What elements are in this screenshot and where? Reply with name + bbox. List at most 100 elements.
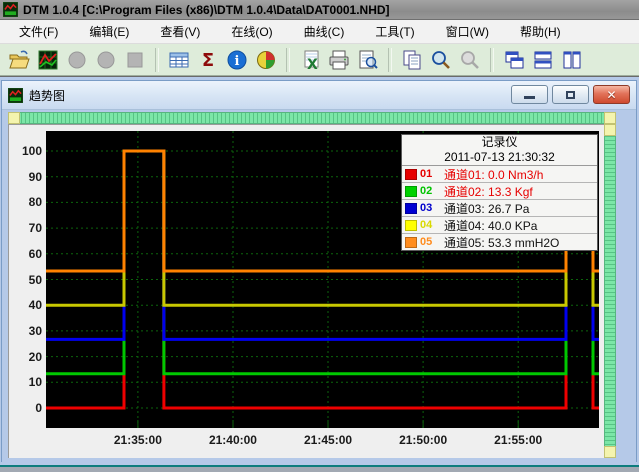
channel-number: 04 (420, 219, 444, 231)
chart-client-area: 记录仪 2011-07-13 21:30:32 01通道01: 0.0 Nm3/… (2, 110, 636, 462)
copy-icon[interactable] (399, 47, 425, 73)
menu-help[interactable]: 帮助(H) (515, 21, 566, 42)
channel-value: 通道01: 0.0 Nm3/h (444, 166, 543, 183)
x-axis-label: 21:50:00 (392, 433, 454, 447)
legend-row: 02通道02: 13.3 Kgf (402, 183, 597, 200)
open-file-icon[interactable] (6, 47, 32, 73)
channel-value: 通道04: 40.0 KPa (444, 217, 537, 234)
app-titlebar[interactable]: DTM 1.0.4 [C:\Program Files (x86)\DTM 1.… (0, 0, 639, 20)
channel-value: 通道05: 53.3 mmH2O (444, 234, 559, 251)
channel-number: 01 (420, 168, 444, 180)
zoom-out-disabled-icon (457, 47, 483, 73)
x-axis-label: 21:40:00 (202, 433, 264, 447)
x-axis-label: 21:35:00 (107, 433, 169, 447)
channel-color-swatch (405, 237, 417, 248)
y-axis-label: 80 (9, 195, 42, 209)
tile-horizontal-icon[interactable] (530, 47, 556, 73)
toolbar-separator (388, 48, 392, 72)
toolbar-separator (286, 48, 290, 72)
menu-tools[interactable]: 工具(T) (370, 21, 419, 42)
legend-title: 记录仪 (402, 135, 597, 150)
x-axis-label: 21:45:00 (297, 433, 359, 447)
record-disabled-icon (64, 47, 90, 73)
pie-chart-icon[interactable] (253, 47, 279, 73)
y-axis-label: 90 (9, 170, 42, 184)
info-icon[interactable]: i (224, 47, 250, 73)
legend-row: 05通道05: 53.3 mmH2O (402, 234, 597, 250)
chart-panel: 记录仪 2011-07-13 21:30:32 01通道01: 0.0 Nm3/… (8, 124, 604, 458)
legend-row: 03通道03: 26.7 Pa (402, 200, 597, 217)
toolbar-separator (155, 48, 159, 72)
y-axis-label: 70 (9, 221, 42, 235)
channel-value: 通道03: 26.7 Pa (444, 200, 529, 217)
trend-window-icon (8, 88, 23, 103)
mdi-area: 趋势图 ✕ (0, 76, 639, 472)
child-titlebar[interactable]: 趋势图 ✕ (2, 81, 636, 110)
app-logo-icon (3, 2, 18, 17)
frame-bottom-bar (0, 467, 639, 472)
legend-row: 01通道01: 0.0 Nm3/h (402, 166, 597, 183)
toolbar-separator (490, 48, 494, 72)
scroll-thumb[interactable] (604, 112, 616, 124)
y-axis-label: 50 (9, 273, 42, 287)
cascade-windows-icon[interactable] (501, 47, 527, 73)
legend-timestamp: 2011-07-13 21:30:32 (402, 150, 597, 166)
trend-view-icon[interactable] (35, 47, 61, 73)
export-excel-icon[interactable]: X (297, 47, 323, 73)
channel-value: 通道02: 13.3 Kgf (444, 183, 533, 200)
maximize-button[interactable] (552, 85, 589, 104)
channel-color-swatch (405, 203, 417, 214)
svg-text:i: i (235, 54, 240, 69)
trend-chart-window: 趋势图 ✕ (1, 80, 637, 462)
scroll-thumb[interactable] (8, 112, 20, 124)
tile-vertical-icon[interactable] (559, 47, 585, 73)
svg-text:X: X (307, 57, 318, 71)
x-axis-label: 21:55:00 (487, 433, 549, 447)
y-axis-label: 60 (9, 247, 42, 261)
menu-view[interactable]: 查看(V) (155, 21, 205, 42)
y-axis-label: 100 (9, 144, 42, 158)
toolbar: Σ i X (0, 44, 639, 76)
y-axis-label: 20 (9, 350, 42, 364)
channel-color-swatch (405, 169, 417, 180)
y-axis-label: 0 (9, 401, 42, 415)
close-icon: ✕ (606, 89, 616, 101)
menubar: 文件(F) 编辑(E) 查看(V) 在线(O) 曲线(C) 工具(T) 窗口(W… (0, 20, 639, 44)
menu-online[interactable]: 在线(O) (226, 21, 277, 42)
scroll-thumb[interactable] (604, 446, 616, 458)
menu-edit[interactable]: 编辑(E) (84, 21, 134, 42)
child-window-title: 趋势图 (29, 87, 65, 104)
legend-rows: 01通道01: 0.0 Nm3/h02通道02: 13.3 Kgf03通道03:… (402, 166, 597, 250)
channel-color-swatch (405, 186, 417, 197)
vertical-scroll-strip[interactable] (604, 124, 616, 458)
horizontal-scroll-strip[interactable] (8, 112, 616, 124)
y-axis-label: 40 (9, 298, 42, 312)
trend-plot[interactable]: 记录仪 2011-07-13 21:30:32 01通道01: 0.0 Nm3/… (46, 131, 599, 428)
stop-disabled-icon (122, 47, 148, 73)
zoom-in-icon[interactable] (428, 47, 454, 73)
close-button[interactable]: ✕ (593, 85, 630, 104)
svg-text:Σ: Σ (202, 50, 214, 71)
snapshot-disabled-icon (93, 47, 119, 73)
minimize-button[interactable] (511, 85, 548, 104)
print-icon[interactable] (326, 47, 352, 73)
channel-number: 05 (420, 236, 444, 248)
menu-curve[interactable]: 曲线(C) (299, 21, 350, 42)
print-preview-icon[interactable] (355, 47, 381, 73)
channel-number: 03 (420, 202, 444, 214)
window-title: DTM 1.0.4 [C:\Program Files (x86)\DTM 1.… (23, 3, 390, 17)
menu-file[interactable]: 文件(F) (14, 21, 63, 42)
chart-legend: 记录仪 2011-07-13 21:30:32 01通道01: 0.0 Nm3/… (401, 134, 598, 251)
sum-icon[interactable]: Σ (195, 47, 221, 73)
data-table-icon[interactable] (166, 47, 192, 73)
minimize-icon (524, 96, 535, 99)
dtm-application-window: DTM 1.0.4 [C:\Program Files (x86)\DTM 1.… (0, 0, 639, 472)
y-axis-label: 10 (9, 375, 42, 389)
menu-window[interactable]: 窗口(W) (441, 21, 494, 42)
scroll-thumb[interactable] (604, 124, 616, 136)
y-axis-label: 30 (9, 324, 42, 338)
maximize-icon (566, 91, 575, 99)
channel-number: 02 (420, 185, 444, 197)
channel-color-swatch (405, 220, 417, 231)
legend-row: 04通道04: 40.0 KPa (402, 217, 597, 234)
